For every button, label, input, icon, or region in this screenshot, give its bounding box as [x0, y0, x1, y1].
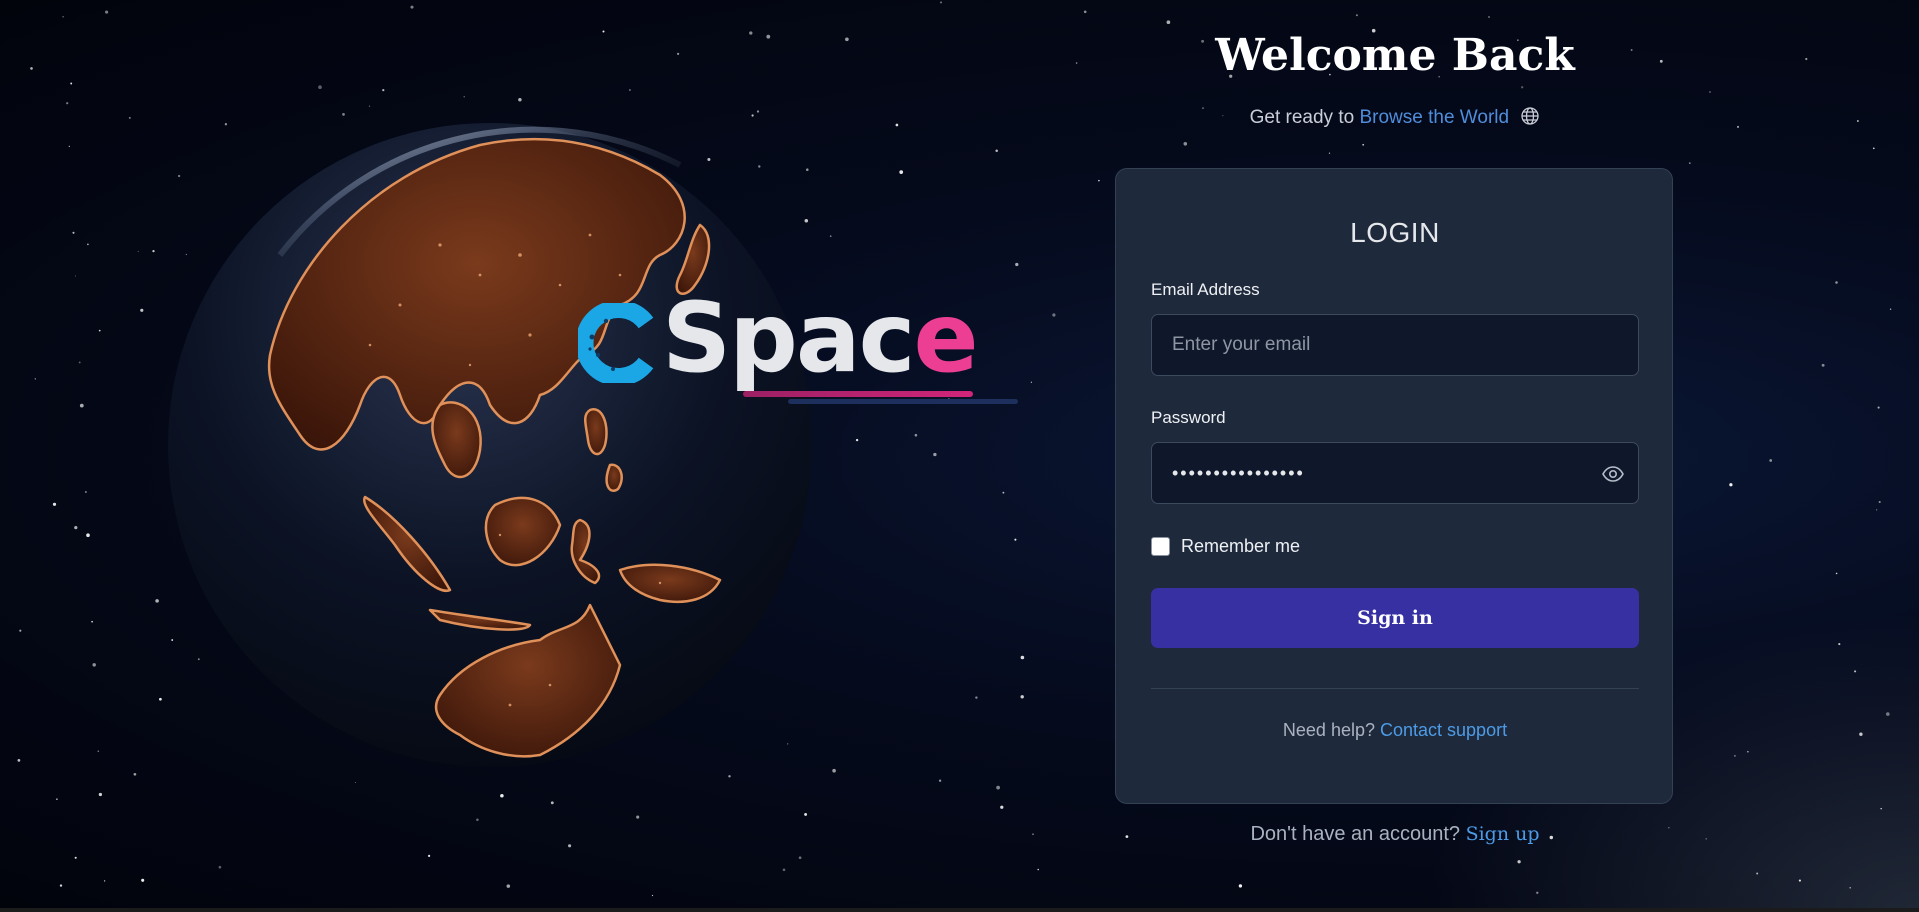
star	[1835, 281, 1838, 284]
browse-world-link[interactable]: Browse the World	[1359, 107, 1509, 128]
globe-icon	[1521, 107, 1540, 125]
star	[1880, 807, 1882, 810]
password-input[interactable]	[1151, 442, 1639, 504]
login-card-title: LOGIN	[1350, 217, 1440, 248]
star	[1857, 120, 1859, 122]
star	[1769, 459, 1773, 462]
star	[1875, 509, 1878, 511]
brand-name-accent: e	[913, 282, 979, 394]
bottom-edge-bar	[0, 908, 1919, 912]
cspace-logo: Space	[578, 283, 1038, 415]
remember-me-checkbox[interactable]	[1151, 536, 1170, 556]
earth-globe-image	[168, 123, 812, 767]
login-card: LOGIN Email Address Password Remember me…	[1115, 168, 1673, 804]
card-divider	[1151, 688, 1639, 689]
remember-me-row: Remember me	[1151, 534, 1300, 558]
star	[1688, 162, 1691, 164]
star	[1889, 308, 1892, 310]
star	[1838, 643, 1841, 646]
remember-me-label[interactable]: Remember me	[1181, 536, 1300, 557]
star	[1872, 147, 1875, 150]
star	[1821, 363, 1825, 367]
email-label: Email Address	[1151, 280, 1260, 299]
star	[1747, 751, 1749, 753]
eye-icon	[1602, 466, 1624, 482]
star	[1878, 500, 1881, 504]
subtitle: Get ready to Browse the World	[1115, 106, 1675, 129]
subtitle-prefix: Get ready to	[1249, 107, 1355, 128]
help-prefix: Need help?	[1282, 720, 1375, 740]
sign-in-button[interactable]: Sign in	[1151, 588, 1639, 648]
star	[1886, 712, 1890, 716]
star	[1733, 754, 1736, 757]
signup-prompt: Don't have an account? Sign up	[1115, 823, 1675, 846]
star	[1798, 879, 1801, 882]
star	[1859, 732, 1863, 736]
password-label: Password	[1151, 408, 1226, 427]
cspace-c-logo-icon	[578, 303, 654, 383]
star	[1756, 872, 1759, 875]
help-text: Need help? Contact support	[1116, 720, 1674, 741]
page-title: Welcome Back	[1215, 30, 1575, 81]
star	[1705, 838, 1707, 840]
star	[1805, 57, 1808, 61]
star	[1877, 406, 1880, 409]
brand-underline	[743, 391, 973, 397]
login-column: Welcome Back Get ready to Browse the Wor…	[1115, 0, 1675, 912]
brand-name-main: Spac	[662, 282, 916, 394]
signup-prefix: Don't have an account?	[1250, 823, 1461, 845]
email-input[interactable]	[1151, 314, 1639, 376]
brand-underline-shadow	[788, 399, 1018, 404]
toggle-password-visibility-button[interactable]	[1598, 459, 1628, 489]
brand-wordmark: Space	[662, 282, 979, 394]
sign-up-link[interactable]: Sign up	[1466, 823, 1540, 845]
star	[1729, 483, 1733, 487]
star	[1854, 670, 1857, 673]
star	[1849, 886, 1851, 889]
star	[1736, 125, 1740, 128]
star	[1835, 572, 1838, 575]
hero-panel: Space	[0, 0, 1100, 912]
contact-support-link[interactable]: Contact support	[1380, 720, 1507, 740]
star	[1709, 91, 1711, 93]
